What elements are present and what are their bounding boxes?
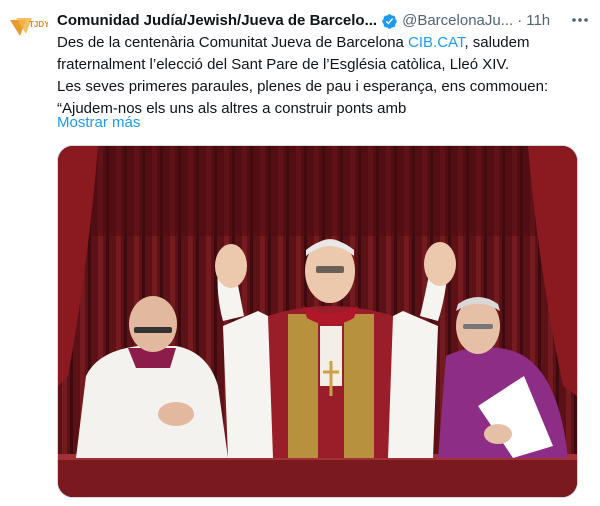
tweet-line-2: fraternalment l’elecció del Sant Pare de… <box>57 56 510 73</box>
verified-badge-icon <box>382 13 397 29</box>
tweet[interactable]: TJDY Comunidad Judía/Jewish/Jueva de Bar… <box>0 0 600 506</box>
link-cib-cat[interactable]: CIB.CAT <box>408 34 464 51</box>
community-logo-icon: TJDY <box>10 18 50 36</box>
avatar-text: TJDY <box>29 20 48 29</box>
tweet-line-3: Les seves primeres paraules, plenes de p… <box>57 78 549 95</box>
more-options-button[interactable] <box>570 12 590 28</box>
media-image[interactable] <box>57 145 578 498</box>
show-more-link[interactable]: Mostrar más <box>57 112 140 134</box>
tweet-text: Des de la centenària Comunitat Jueva de … <box>57 32 592 120</box>
timestamp[interactable]: 11h <box>526 10 550 32</box>
balcony-photo <box>58 146 577 497</box>
avatar[interactable]: TJDY <box>8 14 50 44</box>
user-handle[interactable]: @BarcelonaJu... <box>402 10 513 32</box>
tweet-header: Comunidad Judía/Jewish/Jueva de Barcelo.… <box>57 10 597 32</box>
tweet-line-1: Des de la centenària Comunitat Jueva de … <box>57 32 592 54</box>
tweet-text-segment: , saludem <box>464 34 530 51</box>
more-horizontal-icon <box>572 18 588 22</box>
display-name[interactable]: Comunidad Judía/Jewish/Jueva de Barcelo.… <box>57 10 377 32</box>
separator-dot: · <box>517 12 523 29</box>
tweet-text-segment: Des de la centenària Comunitat Jueva de … <box>57 34 409 51</box>
